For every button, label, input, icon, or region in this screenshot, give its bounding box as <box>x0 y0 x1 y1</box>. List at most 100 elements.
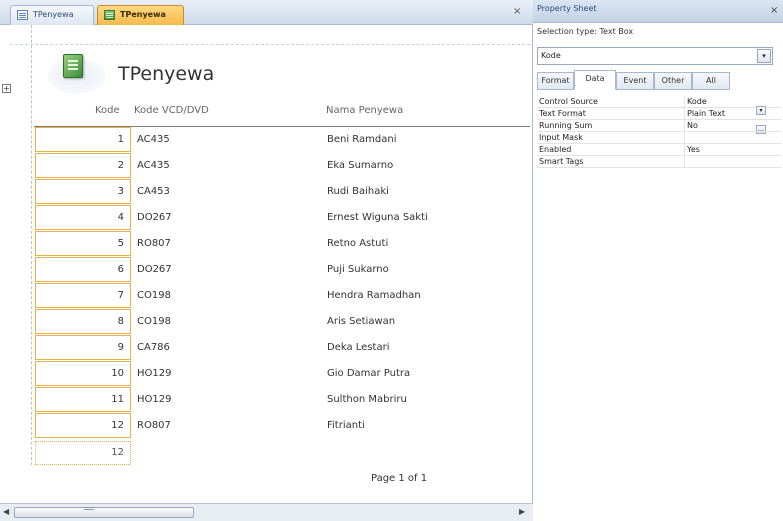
report-document: TPenyewa TPenyewa × TPenyewa + Kode Kode… <box>0 0 533 521</box>
property-sheet-titlebar: Property Sheet × <box>533 0 783 23</box>
control-selector[interactable]: Kode ▾ <box>537 47 773 65</box>
property-name: Control Source <box>539 96 685 108</box>
kode-field[interactable]: 3 <box>35 179 131 204</box>
table-row: 7 CO198 Hendra Ramadhan <box>0 283 533 309</box>
kode-field[interactable]: 2 <box>35 153 131 178</box>
kode-vcd-field[interactable]: RO807 <box>137 231 171 256</box>
kode-vcd-field[interactable]: HO129 <box>137 361 171 386</box>
property-row-enabled[interactable]: Enabled Yes <box>537 144 781 156</box>
report-icon <box>104 10 115 20</box>
kode-vcd-field[interactable]: AC435 <box>137 153 170 178</box>
kode-vcd-field[interactable]: CO198 <box>137 283 171 308</box>
property-row-input-mask[interactable]: Input Mask <box>537 132 781 144</box>
property-sheet-title: Property Sheet <box>537 4 597 13</box>
table-row: 5 RO807 Retno Astuti <box>0 231 533 257</box>
property-value[interactable]: Plain Text <box>687 108 725 119</box>
tab-label: TPenyewa <box>33 10 74 19</box>
scrollbar-thumb[interactable] <box>14 507 194 518</box>
property-row-text-format[interactable]: Text Format Plain Text <box>537 108 781 120</box>
table-row: 2 AC435 Eka Sumarno <box>0 153 533 179</box>
record-count-field[interactable]: 12 <box>35 441 131 465</box>
property-name: Enabled <box>539 144 685 156</box>
nama-penyewa-field[interactable]: Aris Setiawan <box>327 309 395 334</box>
scroll-left-icon[interactable]: ◀ <box>3 507 9 516</box>
kode-field[interactable]: 1 <box>35 127 131 152</box>
nama-penyewa-field[interactable]: Sulthon Mabriru <box>327 387 407 412</box>
tab-other[interactable]: Other <box>654 72 692 90</box>
horizontal-scrollbar[interactable]: ◀ ▶ <box>0 503 533 521</box>
kode-field[interactable]: 10 <box>35 361 131 386</box>
table-row: 12 RO807 Fitrianti <box>0 413 533 439</box>
table-row: 9 CA786 Deka Lestari <box>0 335 533 361</box>
property-sheet: Property Sheet × Selection type: Text Bo… <box>533 0 783 521</box>
tab-tpenyewa-table[interactable]: TPenyewa <box>10 5 94 25</box>
table-row: 4 DO267 Ernest Wiguna Sakti <box>0 205 533 231</box>
kode-vcd-field[interactable]: CO198 <box>137 309 171 334</box>
nama-penyewa-field[interactable]: Puji Sukarno <box>327 257 389 282</box>
report-title[interactable]: TPenyewa <box>118 63 214 85</box>
page-number[interactable]: Page 1 of 1 <box>371 473 427 484</box>
table-row: 8 CO198 Aris Setiawan <box>0 309 533 335</box>
kode-field[interactable]: 7 <box>35 283 131 308</box>
table-row: 6 DO267 Puji Sukarno <box>0 257 533 283</box>
property-row-running-sum[interactable]: Running Sum No <box>537 120 781 132</box>
kode-vcd-field[interactable]: AC435 <box>137 127 170 152</box>
property-name: Text Format <box>539 108 685 120</box>
kode-field[interactable]: 12 <box>35 413 131 438</box>
nama-penyewa-field[interactable]: Rudi Baihaki <box>327 179 389 204</box>
close-property-sheet-icon[interactable]: × <box>770 5 778 16</box>
document-tab-bar: TPenyewa TPenyewa × <box>0 0 533 25</box>
close-document-icon[interactable]: × <box>513 6 521 17</box>
report-book-icon <box>63 54 83 78</box>
dropdown-arrow-icon[interactable]: ▾ <box>757 49 771 63</box>
tab-all[interactable]: All <box>692 72 730 90</box>
column-header-kode-vcd[interactable]: Kode VCD/DVD <box>134 105 209 116</box>
property-name: Running Sum <box>539 120 685 132</box>
table-row: 11 HO129 Sulthon Mabriru <box>0 387 533 413</box>
column-header-nama-penyewa[interactable]: Nama Penyewa <box>326 105 403 116</box>
property-value[interactable]: Kode <box>687 96 707 107</box>
report-logo[interactable] <box>48 52 106 96</box>
table-row: 3 CA453 Rudi Baihaki <box>0 179 533 205</box>
nama-penyewa-field[interactable]: Beni Ramdani <box>327 127 397 152</box>
nama-penyewa-field[interactable]: Hendra Ramadhan <box>327 283 421 308</box>
table-row: 10 HO129 Gio Damar Putra <box>0 361 533 387</box>
tab-format[interactable]: Format <box>537 72 574 90</box>
nama-penyewa-field[interactable]: Deka Lestari <box>327 335 389 360</box>
kode-field[interactable]: 5 <box>35 231 131 256</box>
property-row-smart-tags[interactable]: Smart Tags <box>537 156 781 168</box>
tab-event[interactable]: Event <box>616 72 654 90</box>
property-value[interactable]: No <box>687 120 698 131</box>
scroll-right-icon[interactable]: ▶ <box>519 507 525 516</box>
kode-vcd-field[interactable]: HO129 <box>137 387 171 412</box>
tab-label: TPenyewa <box>120 10 166 19</box>
property-row-control-source[interactable]: Control Source Kode ▾ … <box>537 96 781 134</box>
kode-field[interactable]: 6 <box>35 257 131 282</box>
scrollbar-grip <box>84 507 94 510</box>
kode-vcd-field[interactable]: RO807 <box>137 413 171 438</box>
property-name: Input Mask <box>539 132 685 144</box>
tab-data[interactable]: Data <box>574 70 616 90</box>
property-grid: Control Source Kode ▾ … Text Format Plai… <box>537 96 781 168</box>
table-icon <box>17 10 28 20</box>
nama-penyewa-field[interactable]: Retno Astuti <box>327 231 388 256</box>
nama-penyewa-field[interactable]: Eka Sumarno <box>327 153 393 178</box>
selection-type-label: Selection type: Text Box <box>537 27 634 36</box>
column-header-kode[interactable]: Kode <box>95 105 120 116</box>
kode-vcd-field[interactable]: CA786 <box>137 335 170 360</box>
kode-field[interactable]: 4 <box>35 205 131 230</box>
kode-vcd-field[interactable]: DO267 <box>137 257 172 282</box>
kode-vcd-field[interactable]: DO267 <box>137 205 172 230</box>
table-row: 1 AC435 Beni Ramdani <box>0 127 533 153</box>
nama-penyewa-field[interactable]: Gio Damar Putra <box>327 361 410 386</box>
property-value[interactable]: Yes <box>687 144 700 155</box>
kode-vcd-field[interactable]: CA453 <box>137 179 170 204</box>
nama-penyewa-field[interactable]: Fitrianti <box>327 413 365 438</box>
kode-field[interactable]: 8 <box>35 309 131 334</box>
tab-tpenyewa-report[interactable]: TPenyewa <box>97 5 184 25</box>
kode-field[interactable]: 11 <box>35 387 131 412</box>
kode-field[interactable]: 9 <box>35 335 131 360</box>
layout-move-handle-icon[interactable]: + <box>2 84 11 93</box>
layout-guide-horizontal <box>10 44 530 45</box>
nama-penyewa-field[interactable]: Ernest Wiguna Sakti <box>327 205 428 230</box>
